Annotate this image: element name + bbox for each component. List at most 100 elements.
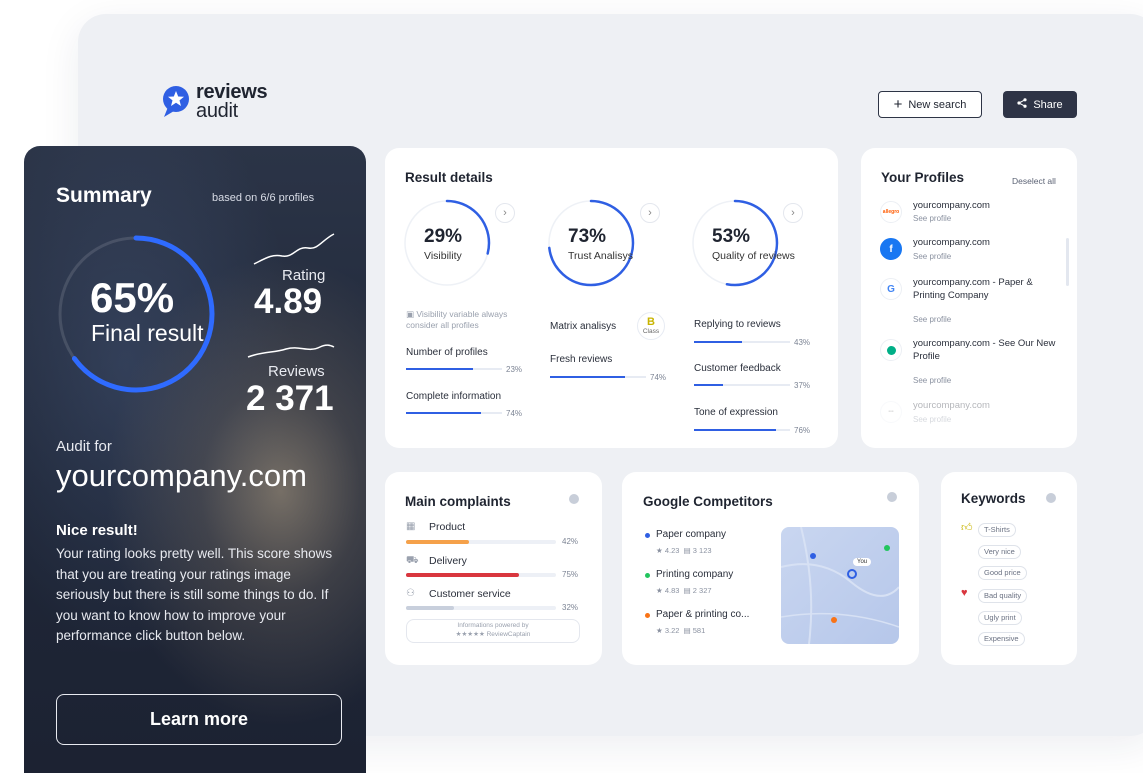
competitor-meta: ★ 4.23 ▤ 3 123 — [656, 546, 712, 555]
competitor-marker-icon — [645, 613, 650, 618]
visibility-label: Visibility — [424, 250, 462, 262]
share-icon — [1017, 98, 1027, 111]
reviews-value: 2 371 — [246, 379, 334, 418]
powered-by-badge[interactable]: Informations powered by ★★★★★ ReviewCapt… — [406, 619, 580, 643]
visibility-gauge[interactable]: 29% Visibility — [403, 198, 491, 287]
see-profile-link[interactable]: See profile — [913, 214, 951, 223]
quality-label: Quality of reviews — [712, 250, 795, 262]
result-description: Your rating looks pretty well. This scor… — [56, 546, 333, 643]
quality-chevron-icon[interactable]: › — [783, 203, 803, 223]
trust-percent: 73% — [568, 226, 607, 247]
quality-gauge[interactable]: 53% Quality of reviews — [691, 198, 795, 287]
visibility-chevron-icon[interactable]: › — [495, 203, 515, 223]
metric-label: Replying to reviews — [694, 319, 781, 330]
visibility-note-line2: consider all profiles — [406, 320, 479, 331]
final-result-percent: 65% — [90, 274, 175, 321]
info-icon[interactable] — [1046, 493, 1056, 503]
new-search-label: New search — [908, 98, 967, 111]
summary-title: Summary — [56, 184, 152, 207]
summary-card: Summary based on 6/6 profiles 65% Final … — [24, 146, 366, 773]
visibility-note: ▣ Visibility variable always consider al… — [406, 309, 507, 332]
metric-value: 23% — [506, 365, 523, 374]
keyword-chip-positive[interactable]: Good price — [978, 566, 1027, 580]
keyword-chip-positive[interactable]: Very nice — [978, 545, 1021, 559]
metric-bar — [406, 412, 502, 414]
visibility-note-line1: Visibility variable always — [416, 309, 508, 319]
result-details-title: Result details — [405, 170, 493, 185]
keyword-chip-negative[interactable]: Expensive — [978, 632, 1025, 646]
see-profile-link[interactable]: See profile — [913, 415, 951, 424]
product-icon: ▦ — [406, 521, 416, 532]
metric-value: 43% — [794, 338, 811, 347]
class-grade: B — [647, 316, 655, 328]
competitor-reviews: 3 123 — [692, 546, 712, 555]
complaint-bar — [406, 606, 556, 610]
allegro-icon: allegro — [880, 201, 902, 223]
keyword-chip-negative[interactable]: Ugly print — [978, 611, 1022, 625]
rating-value: 4.89 — [254, 282, 323, 321]
competitor-marker-icon — [645, 573, 650, 578]
brand-name-line2: audit — [196, 100, 238, 122]
competitor-name[interactable]: Printing company — [656, 569, 733, 580]
facebook-icon: f — [880, 238, 902, 260]
see-profile-link[interactable]: See profile — [913, 376, 951, 385]
competitor-reviews: 581 — [692, 626, 706, 635]
competitor-rating: 4.23 — [664, 546, 680, 555]
complaint-label: Delivery — [429, 555, 467, 567]
final-result-label: Final result — [91, 320, 204, 346]
competitor-meta: ★ 3.22 ▤ 581 — [656, 626, 706, 635]
profile-name: yourcompany.com - Paper & Printing Compa… — [913, 277, 1033, 302]
competitors-title: Google Competitors — [643, 494, 773, 509]
thumbs-up-icon: 👍︎ — [961, 522, 973, 534]
metric-label: Matrix analisys — [550, 321, 617, 332]
profiles-scrollbar[interactable] — [1066, 238, 1069, 286]
see-profile-link[interactable]: See profile — [913, 315, 951, 324]
profile-icon: ••• — [880, 401, 902, 423]
metric-label: Number of profiles — [406, 347, 488, 358]
complaint-value: 32% — [562, 603, 579, 612]
complaint-bar — [406, 573, 556, 577]
keywords-title: Keywords — [961, 491, 1026, 506]
complaint-label: Customer service — [429, 588, 511, 600]
metric-bar — [550, 376, 646, 378]
deselect-all-link[interactable]: Deselect all — [1012, 176, 1056, 186]
competitor-name[interactable]: Paper company — [656, 529, 726, 540]
complaint-value: 75% — [562, 570, 579, 579]
keyword-chip-positive[interactable]: T-Shirts — [978, 523, 1016, 537]
trust-gauge[interactable]: 73% Trust Analisys — [547, 198, 635, 287]
delivery-icon: ⛟ — [406, 555, 419, 566]
info-icon[interactable] — [887, 492, 897, 502]
profile-name: yourcompany.com - See Our New Profile — [913, 338, 1056, 363]
audit-for-label: Audit for — [56, 438, 112, 455]
metric-bar — [694, 384, 790, 386]
thumbs-down-icon: ♥ — [961, 587, 968, 599]
competitors-map[interactable]: You — [781, 527, 899, 644]
competitor-name[interactable]: Paper & printing co... — [656, 609, 749, 620]
visibility-percent: 29% — [424, 226, 463, 247]
reviews-trend-icon — [247, 344, 335, 358]
competitor-meta: ★ 4.83 ▤ 2 327 — [656, 586, 712, 595]
share-button[interactable]: Share — [1003, 91, 1077, 118]
brand-logo[interactable]: reviews audit — [162, 82, 268, 122]
info-icon[interactable] — [569, 494, 579, 504]
logo-star-icon — [162, 85, 190, 119]
metric-value: 74% — [506, 409, 523, 418]
share-label: Share — [1033, 98, 1063, 111]
new-search-button[interactable]: + New search — [878, 91, 982, 118]
complaint-value: 42% — [562, 537, 579, 546]
complaint-label: Product — [429, 521, 466, 533]
competitor-marker-icon — [645, 533, 650, 538]
plus-icon: + — [893, 95, 903, 113]
metric-value: 74% — [650, 373, 667, 382]
metric-label: Fresh reviews — [550, 354, 613, 365]
learn-more-button[interactable]: Learn more — [56, 694, 342, 745]
competitor-rating: 3.22 — [664, 626, 680, 635]
trust-chevron-icon[interactable]: › — [640, 203, 660, 223]
complaints-title: Main complaints — [405, 494, 511, 509]
competitor-rating: 4.83 — [664, 586, 680, 595]
metric-value: 37% — [794, 381, 811, 390]
trust-label: Trust Analisys — [568, 250, 633, 262]
see-profile-link[interactable]: See profile — [913, 252, 951, 261]
keyword-chip-negative[interactable]: Bad quality — [978, 589, 1028, 603]
profile-name: yourcompany.com — [913, 200, 990, 211]
